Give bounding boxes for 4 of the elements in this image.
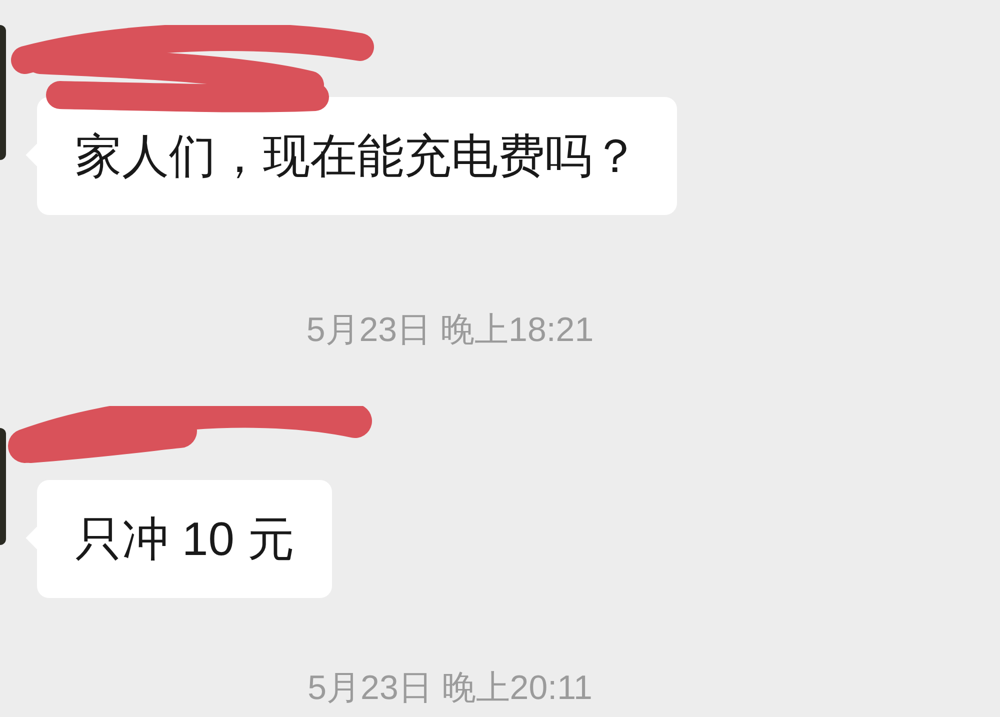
- timestamp: 5月23日 晚上18:21: [306, 310, 594, 350]
- avatar[interactable]: [0, 428, 6, 545]
- timestamp: 5月23日 晚上20:11: [308, 668, 592, 708]
- avatar[interactable]: [0, 25, 6, 160]
